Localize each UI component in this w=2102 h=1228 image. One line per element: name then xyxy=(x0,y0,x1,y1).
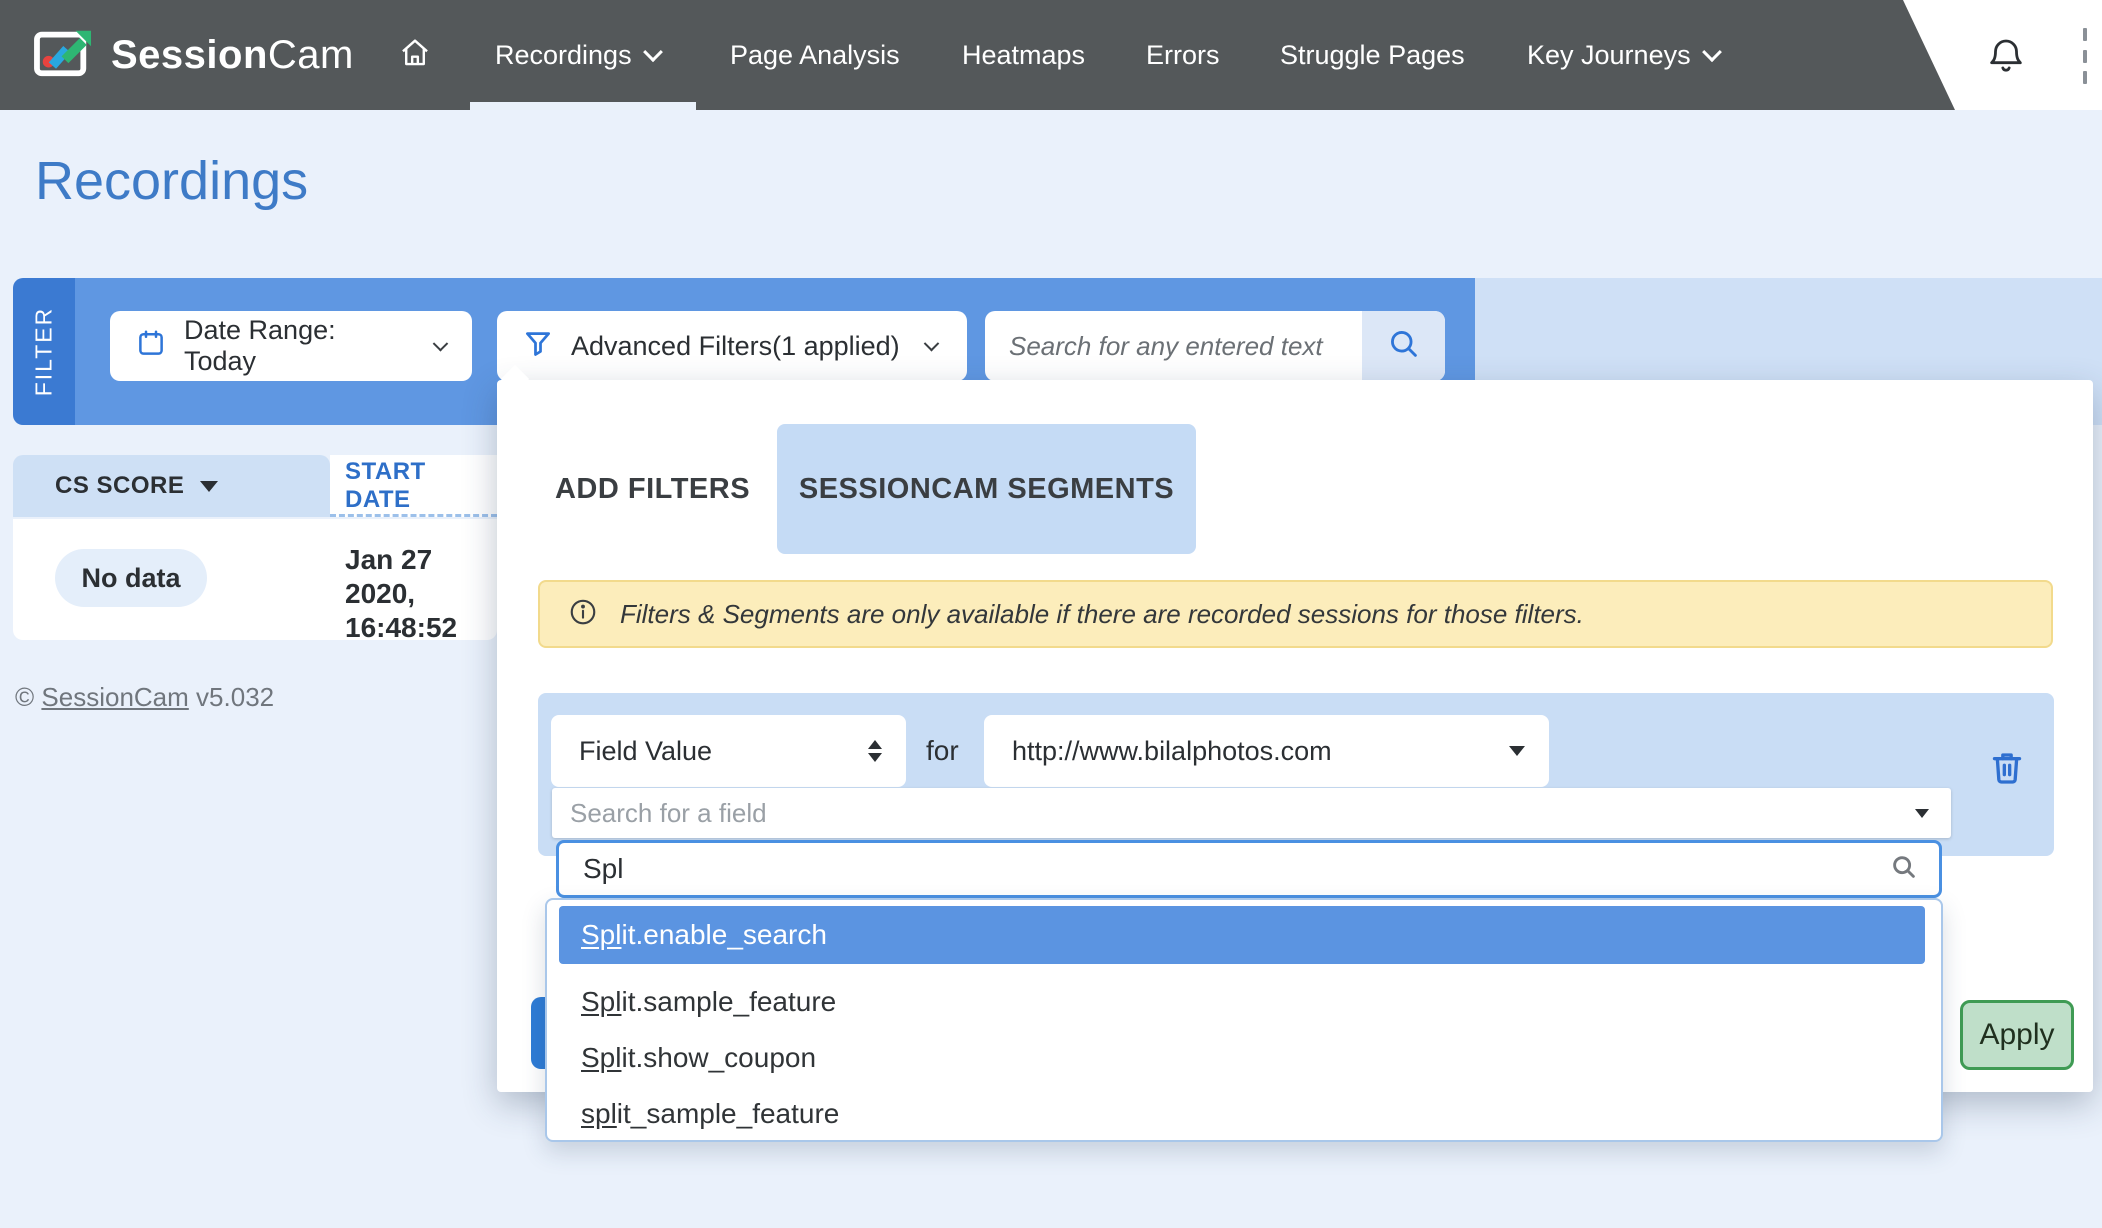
field-search-combobox[interactable]: Search for a field xyxy=(552,788,1951,838)
column-header-start-date[interactable]: START DATE xyxy=(330,455,497,517)
apply-button[interactable]: Apply xyxy=(1960,1000,2074,1070)
home-icon xyxy=(398,35,432,76)
nav-item-heatmaps[interactable]: Heatmaps xyxy=(962,0,1085,110)
search-icon xyxy=(1889,852,1919,887)
footer: © SessionCam v5.032 xyxy=(15,682,274,713)
nav-item-label: Recordings xyxy=(495,40,632,71)
nav-item-recordings[interactable]: Recordings xyxy=(495,0,660,110)
filter-tab-label: FILTER xyxy=(31,307,58,397)
date-range-button[interactable]: Date Range: Today xyxy=(110,311,472,381)
overflow-menu-icon[interactable] xyxy=(2078,28,2092,84)
funnel-icon xyxy=(523,328,553,365)
nav-item-label: Heatmaps xyxy=(962,40,1085,71)
chevron-down-icon xyxy=(1702,42,1722,62)
nav-item-struggle-pages[interactable]: Struggle Pages xyxy=(1280,0,1465,110)
chevron-down-icon xyxy=(643,42,663,62)
search-button[interactable] xyxy=(1362,311,1445,381)
footer-sessioncam-link[interactable]: SessionCam xyxy=(41,682,188,712)
sort-descending-icon xyxy=(200,481,218,492)
chevron-down-icon xyxy=(433,335,448,350)
select-spinner-icon xyxy=(868,740,882,762)
footer-version: v5.032 xyxy=(196,682,274,712)
tab-sessioncam-segments[interactable]: SESSIONCAM SEGMENTS xyxy=(777,424,1196,554)
for-label: for xyxy=(926,715,959,787)
page-title: Recordings xyxy=(35,150,308,212)
copyright-symbol: © xyxy=(15,682,34,712)
notifications-bell-icon[interactable] xyxy=(1985,33,2027,82)
brand-logo[interactable]: SessionCam xyxy=(33,0,354,110)
table-row[interactable]: No data Jan 27 2020, 16:48:52 xyxy=(13,519,497,640)
info-icon xyxy=(568,597,598,632)
start-date-cell: Jan 27 2020, 16:48:52 xyxy=(345,543,497,645)
nav-item-label: Struggle Pages xyxy=(1280,40,1465,71)
apply-label: Apply xyxy=(1979,1018,2054,1052)
text-search-group xyxy=(985,311,1445,381)
option-split-enable-search[interactable]: Split.enable_search xyxy=(559,906,1925,964)
sessioncam-logo-icon xyxy=(33,25,95,86)
field-type-select[interactable]: Field Value xyxy=(551,715,906,787)
nav-item-key-journeys[interactable]: Key Journeys xyxy=(1527,0,1719,110)
nav-item-page-analysis[interactable]: Page Analysis xyxy=(730,0,900,110)
tab-label: SESSIONCAM SEGMENTS xyxy=(799,473,1174,506)
tab-add-filters[interactable]: ADD FILTERS xyxy=(540,424,765,554)
column-header-cs-score[interactable]: CS SCORE xyxy=(13,455,330,517)
delete-criteria-button[interactable] xyxy=(1985,745,2029,793)
table-header-divider xyxy=(330,514,497,517)
nav-item-label: Key Journeys xyxy=(1527,40,1691,71)
nav-item-label: Page Analysis xyxy=(730,40,900,71)
option-split-sample-feature[interactable]: Split.sample_feature xyxy=(581,974,836,1030)
cs-score-badge: No data xyxy=(55,549,207,607)
field-search-input[interactable] xyxy=(563,852,1889,886)
advanced-filters-label: Advanced Filters(1 applied) xyxy=(571,331,900,362)
dropdown-arrow-icon xyxy=(1509,746,1525,756)
trash-icon xyxy=(1987,745,2027,794)
combobox-placeholder: Search for a field xyxy=(570,798,767,829)
option-split-sample-feature-underscore[interactable]: split_sample_feature xyxy=(581,1086,839,1142)
nav-item-label: Errors xyxy=(1146,40,1220,71)
date-range-label: Date Range: Today xyxy=(184,315,409,377)
nav-active-indicator xyxy=(470,102,696,110)
column-label: START DATE xyxy=(345,458,497,514)
chevron-down-icon xyxy=(923,335,939,351)
search-icon xyxy=(1386,326,1422,367)
advanced-filters-button[interactable]: Advanced Filters(1 applied) xyxy=(497,311,967,381)
filter-vertical-tab: FILTER xyxy=(13,278,75,425)
field-search-input-wrap xyxy=(556,840,1942,898)
tab-label: ADD FILTERS xyxy=(555,473,750,506)
site-select[interactable]: http://www.bilalphotos.com xyxy=(984,715,1549,787)
site-value: http://www.bilalphotos.com xyxy=(1012,736,1332,767)
dropdown-arrow-icon xyxy=(1915,809,1929,818)
screen: SessionCam Recordings Page Analysis Heat… xyxy=(0,0,2102,1228)
field-type-value: Field Value xyxy=(579,736,712,767)
nav-home[interactable] xyxy=(398,0,432,110)
top-nav: SessionCam Recordings Page Analysis Heat… xyxy=(0,0,2102,110)
brand-name: SessionCam xyxy=(111,33,354,78)
info-banner-text: Filters & Segments are only available if… xyxy=(620,599,1584,630)
calendar-icon xyxy=(136,328,166,365)
info-banner: Filters & Segments are only available if… xyxy=(538,580,2053,648)
option-split-show-coupon[interactable]: Split.show_coupon xyxy=(581,1030,816,1086)
text-search-input[interactable] xyxy=(985,331,1362,362)
nav-item-errors[interactable]: Errors xyxy=(1146,0,1220,110)
column-label: CS SCORE xyxy=(55,472,184,500)
field-options-listbox: Split.enable_search Split.sample_feature… xyxy=(545,898,1943,1142)
